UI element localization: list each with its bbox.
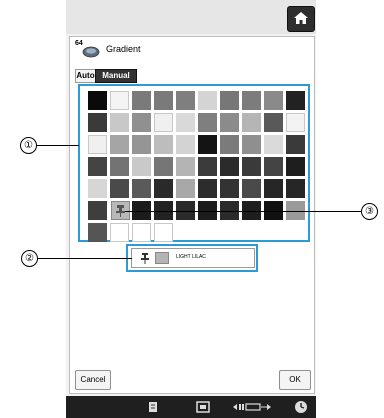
callout-3: ③: [361, 203, 378, 220]
embroidery-size-icon[interactable]: [232, 402, 272, 412]
page-title: Gradient: [106, 44, 141, 54]
color-cell[interactable]: [242, 91, 261, 110]
color-cell[interactable]: [154, 135, 173, 154]
selected-thread-name: LIGHT LILAC: [176, 254, 206, 260]
color-cell[interactable]: [176, 135, 195, 154]
color-cell[interactable]: [220, 157, 239, 176]
color-cell[interactable]: [110, 223, 129, 242]
color-cell[interactable]: [198, 179, 217, 198]
color-cell[interactable]: [154, 179, 173, 198]
color-cell[interactable]: [132, 113, 151, 132]
color-cell[interactable]: [264, 91, 283, 110]
color-cell[interactable]: [132, 157, 151, 176]
color-cell[interactable]: [220, 135, 239, 154]
color-cell[interactable]: [88, 157, 107, 176]
color-cell[interactable]: [88, 179, 107, 198]
cancel-button[interactable]: Cancel: [75, 370, 111, 390]
color-cell[interactable]: [220, 113, 239, 132]
color-cell[interactable]: [286, 113, 305, 132]
color-cell[interactable]: [198, 135, 217, 154]
color-cell[interactable]: [176, 157, 195, 176]
color-cell[interactable]: [286, 91, 305, 110]
bottom-bar: [66, 396, 316, 418]
clock-icon[interactable]: [294, 400, 308, 414]
color-cell[interactable]: [286, 157, 305, 176]
color-cell[interactable]: [264, 179, 283, 198]
selected-thread-swatch: [155, 252, 169, 264]
color-cell[interactable]: [264, 157, 283, 176]
color-cell[interactable]: [176, 179, 195, 198]
color-cell[interactable]: [132, 179, 151, 198]
color-cell[interactable]: [286, 135, 305, 154]
color-cell[interactable]: [176, 113, 195, 132]
top-bar: [66, 0, 316, 34]
color-cell[interactable]: [264, 113, 283, 132]
color-cell[interactable]: [132, 135, 151, 154]
color-cell[interactable]: [242, 179, 261, 198]
callout-1: ①: [20, 137, 37, 154]
color-cell[interactable]: [154, 113, 173, 132]
frame-icon[interactable]: [196, 401, 210, 413]
color-cell[interactable]: [220, 91, 239, 110]
home-button[interactable]: [287, 6, 315, 32]
callout-2-leader: [36, 258, 132, 259]
color-cell[interactable]: [198, 91, 217, 110]
color-cell[interactable]: [264, 135, 283, 154]
color-cell[interactable]: [88, 223, 107, 242]
color-cell[interactable]: [242, 135, 261, 154]
color-cell[interactable]: [132, 223, 151, 242]
callout-3-leader: [125, 211, 361, 212]
color-cell[interactable]: [242, 157, 261, 176]
color-cell[interactable]: [88, 113, 107, 132]
color-cell[interactable]: [88, 91, 107, 110]
home-icon: [294, 12, 308, 24]
tab-manual[interactable]: Manual: [95, 69, 137, 83]
pin-icon: [141, 253, 149, 264]
color-cell[interactable]: [88, 201, 107, 220]
color-cell[interactable]: [110, 157, 129, 176]
color-cell[interactable]: [88, 135, 107, 154]
color-cell[interactable]: [154, 91, 173, 110]
color-cell[interactable]: [198, 157, 217, 176]
color-cell[interactable]: [198, 113, 217, 132]
color-cell[interactable]: [154, 157, 173, 176]
pattern-number: 64: [75, 40, 83, 47]
color-cell[interactable]: [176, 91, 195, 110]
color-cell[interactable]: [110, 135, 129, 154]
color-cell[interactable]: [132, 91, 151, 110]
tab-auto[interactable]: Auto: [75, 69, 96, 83]
color-cell[interactable]: [220, 179, 239, 198]
callout-2: ②: [21, 250, 38, 267]
color-cell[interactable]: [242, 113, 261, 132]
color-cell[interactable]: [286, 179, 305, 198]
color-cell[interactable]: [154, 223, 173, 242]
color-cell[interactable]: [110, 91, 129, 110]
page-icon[interactable]: [148, 401, 158, 413]
callout-1-leader: [35, 145, 79, 146]
color-cell[interactable]: [110, 113, 129, 132]
ok-button[interactable]: OK: [279, 370, 311, 390]
color-cell[interactable]: [110, 179, 129, 198]
